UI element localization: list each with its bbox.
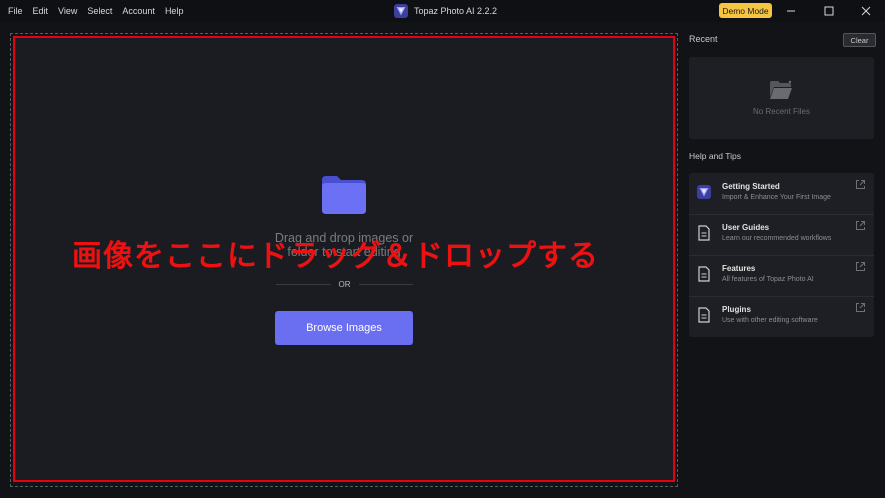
maximize-button[interactable] xyxy=(821,3,837,19)
title-bar: File Edit View Select Account Help Topaz… xyxy=(0,0,885,22)
topaz-logo-icon xyxy=(394,4,408,18)
demo-mode-badge[interactable]: Demo Mode xyxy=(719,3,772,18)
or-line-left xyxy=(276,283,331,285)
external-link-icon xyxy=(856,180,865,189)
help-item-desc: Import & Enhance Your First Image xyxy=(722,194,831,201)
menu-view[interactable]: View xyxy=(53,0,82,22)
menu-help[interactable]: Help xyxy=(160,0,189,22)
annotation-overlay-text: 画像をここにドラッグ＆ドロップする xyxy=(72,240,599,273)
document-icon xyxy=(698,266,710,282)
or-line-right xyxy=(358,283,413,285)
help-item-desc: Learn our recommended workflows xyxy=(722,235,832,242)
document-icon xyxy=(698,307,710,323)
no-recent-files-text: No Recent Files xyxy=(753,107,810,116)
app-title: Topaz Photo AI 2.2.2 xyxy=(394,3,497,19)
menu-file[interactable]: File xyxy=(3,0,28,22)
help-item-desc: Use with other editing software xyxy=(722,317,818,324)
help-item-features[interactable]: Features All features of Topaz Photo AI xyxy=(689,255,874,296)
recent-files-panel: No Recent Files xyxy=(689,57,874,139)
document-icon xyxy=(698,225,710,241)
external-link-icon xyxy=(856,303,865,312)
external-link-icon xyxy=(856,262,865,271)
app-title-text: Topaz Photo AI 2.2.2 xyxy=(414,6,498,16)
close-button[interactable] xyxy=(858,3,874,19)
help-tips-heading: Help and Tips xyxy=(689,151,741,161)
menu-select[interactable]: Select xyxy=(82,0,117,22)
close-icon xyxy=(861,6,871,16)
help-item-title: User Guides xyxy=(722,223,770,232)
help-item-user-guides[interactable]: User Guides Learn our recommended workfl… xyxy=(689,214,874,255)
help-item-plugins[interactable]: Plugins Use with other editing software xyxy=(689,296,874,337)
help-item-desc: All features of Topaz Photo AI xyxy=(722,276,814,283)
help-item-title: Plugins xyxy=(722,305,751,314)
maximize-icon xyxy=(824,6,834,16)
topaz-logo-icon xyxy=(697,185,711,199)
minimize-button[interactable] xyxy=(783,3,799,19)
menu-edit[interactable]: Edit xyxy=(28,0,54,22)
help-tips-list: Getting Started Import & Enhance Your Fi… xyxy=(689,173,874,337)
open-folder-icon xyxy=(770,80,792,99)
help-item-title: Features xyxy=(722,264,756,273)
menu-bar: File Edit View Select Account Help xyxy=(3,0,188,22)
menu-account[interactable]: Account xyxy=(117,0,160,22)
external-link-icon xyxy=(856,221,865,230)
folder-icon xyxy=(322,176,366,214)
or-label: OR xyxy=(338,279,351,289)
help-item-title: Getting Started xyxy=(722,182,780,191)
browse-images-button[interactable]: Browse Images xyxy=(275,311,413,345)
help-item-getting-started[interactable]: Getting Started Import & Enhance Your Fi… xyxy=(689,173,874,214)
minimize-icon xyxy=(787,10,795,12)
clear-recent-button[interactable]: Clear xyxy=(843,33,876,47)
recent-heading: Recent xyxy=(689,34,718,44)
or-separator: OR xyxy=(276,278,413,290)
